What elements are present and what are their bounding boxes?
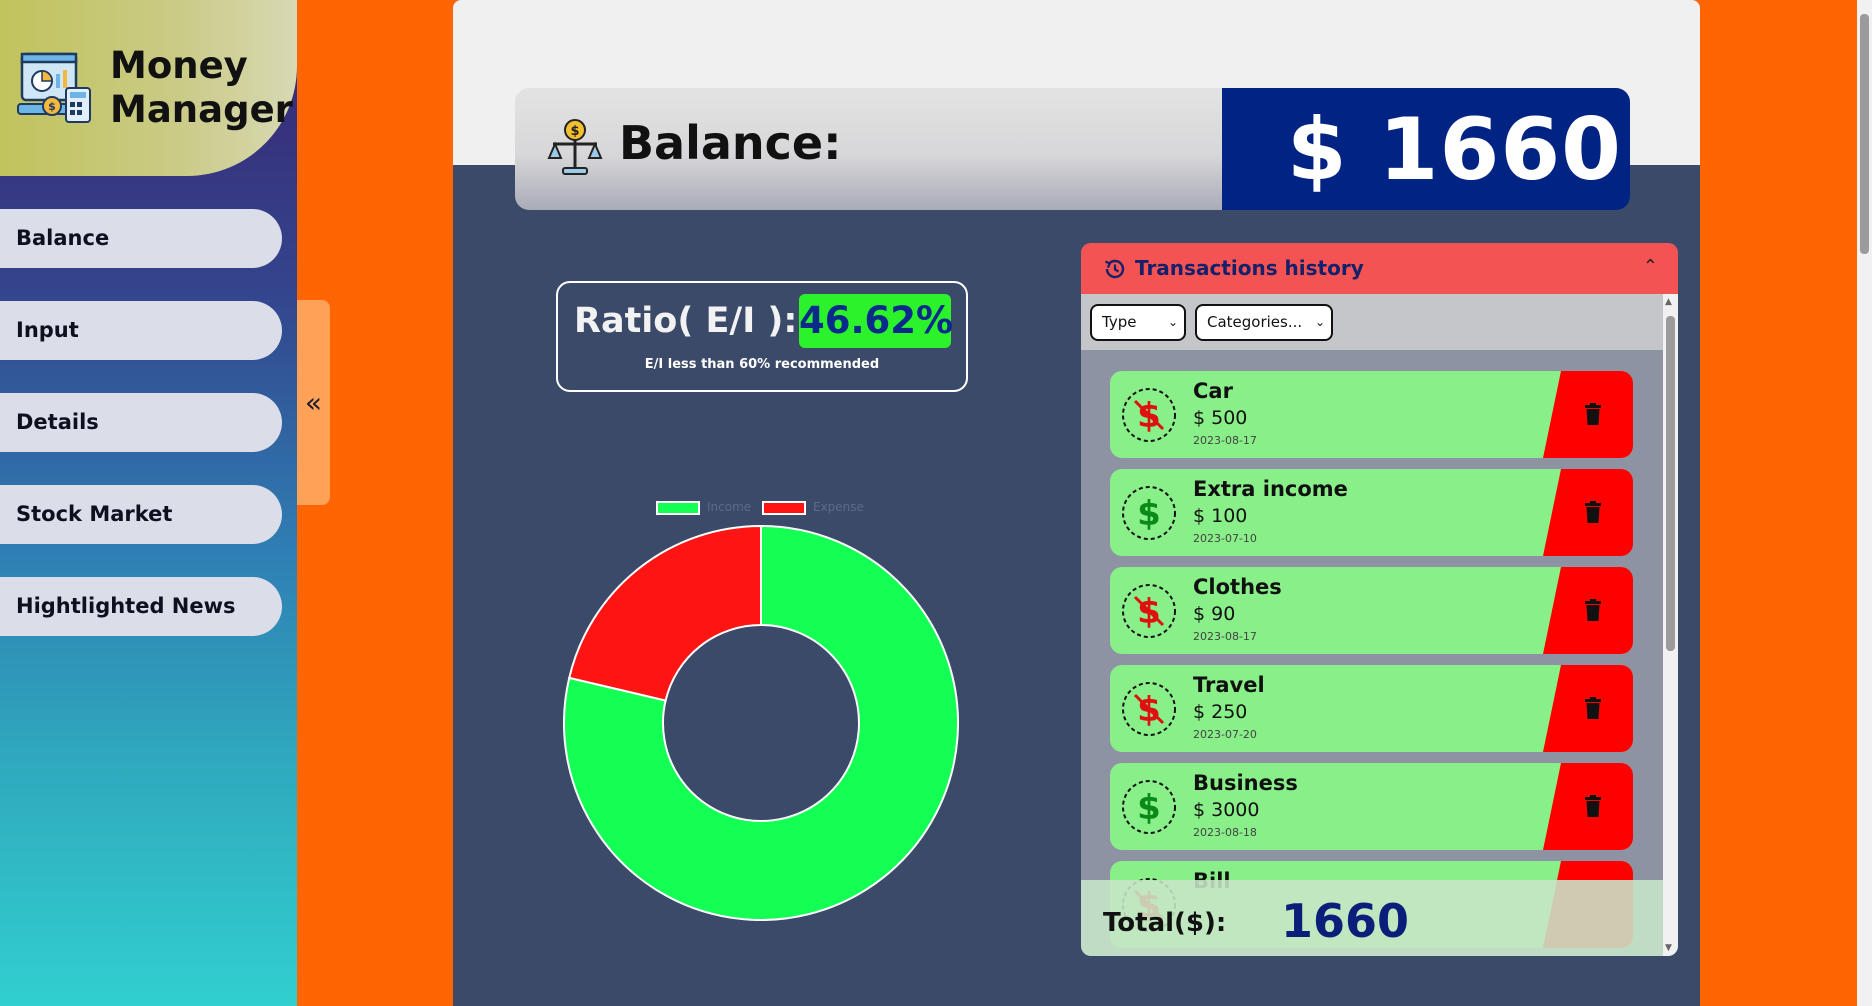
scroll-up-arrow-icon[interactable]: ▲ bbox=[1665, 297, 1672, 307]
transaction-date: 2023-07-20 bbox=[1193, 728, 1257, 741]
type-filter-select[interactable]: Type ⌄ bbox=[1090, 304, 1186, 341]
ratio-label: Ratio( E/I ): bbox=[574, 301, 798, 341]
delete-transaction-button[interactable] bbox=[1543, 763, 1633, 850]
scroll-down-arrow-icon[interactable]: ▼ bbox=[1665, 943, 1672, 953]
delete-transaction-button[interactable] bbox=[1543, 469, 1633, 556]
total-value: 1660 bbox=[1281, 894, 1410, 948]
history-icon bbox=[1105, 259, 1125, 279]
ratio-value: 46.62% bbox=[799, 294, 953, 348]
legend-swatch-expense bbox=[762, 501, 806, 515]
transaction-date: 2023-08-17 bbox=[1193, 630, 1257, 643]
main-panel: $ Balance: $ 1660 Ratio( E/I ): 46.62% E… bbox=[453, 0, 1700, 1006]
transaction-name: Travel bbox=[1193, 673, 1265, 697]
income-dollar-icon: $ bbox=[1122, 486, 1176, 540]
transactions-total-bar: Total($): 1660 bbox=[1081, 880, 1663, 956]
transaction-name: Clothes bbox=[1193, 575, 1282, 599]
chevron-down-icon: ⌄ bbox=[1314, 315, 1325, 329]
transaction-date: 2023-08-17 bbox=[1193, 434, 1257, 447]
finance-dashboard-icon: $ bbox=[17, 52, 91, 123]
transactions-filters: Type ⌄ Categories... ⌄ bbox=[1081, 294, 1678, 350]
expense-dollar-icon: $ bbox=[1122, 584, 1176, 638]
transaction-name: Extra income bbox=[1193, 477, 1348, 501]
chevron-down-icon: ⌄ bbox=[1167, 315, 1178, 329]
transaction-amount: $ 3000 bbox=[1193, 799, 1260, 821]
transaction-amount: $ 90 bbox=[1193, 603, 1236, 625]
legend-swatch-income bbox=[656, 501, 700, 515]
double-chevron-left-icon: « bbox=[304, 386, 323, 419]
page-scrollbar-thumb[interactable] bbox=[1860, 14, 1869, 254]
balance-value: $ 1660 bbox=[1286, 100, 1622, 200]
type-filter-value: Type bbox=[1102, 313, 1137, 331]
balance-label: Balance: bbox=[619, 116, 842, 170]
transaction-name: Business bbox=[1193, 771, 1298, 795]
trash-icon bbox=[1585, 795, 1601, 817]
page-scrollbar[interactable] bbox=[1857, 0, 1872, 1006]
scale-icon: $ bbox=[547, 119, 603, 175]
transaction-item[interactable]: $ Business $ 3000 2023-08-18 bbox=[1110, 763, 1633, 850]
category-filter-select[interactable]: Categories... ⌄ bbox=[1195, 304, 1333, 341]
transaction-date: 2023-08-18 bbox=[1193, 826, 1257, 839]
transaction-amount: $ 250 bbox=[1193, 701, 1248, 723]
sidebar-item-highlighted-news[interactable]: Hightlighted News bbox=[0, 577, 282, 636]
transaction-date: 2023-07-10 bbox=[1193, 532, 1257, 545]
svg-text:$: $ bbox=[48, 100, 56, 113]
transaction-item[interactable]: $ Clothes $ 90 2023-08-17 bbox=[1110, 567, 1633, 654]
sidebar-item-balance[interactable]: Balance bbox=[0, 209, 282, 268]
expense-dollar-icon: $ bbox=[1122, 388, 1176, 442]
transactions-header[interactable]: Transactions history ⌃ bbox=[1081, 243, 1678, 294]
transactions-title: Transactions history bbox=[1135, 256, 1364, 280]
balance-value-area: $ 1660 bbox=[1222, 88, 1630, 210]
sidebar-item-stock-market[interactable]: Stock Market bbox=[0, 485, 282, 544]
trash-icon bbox=[1585, 697, 1601, 719]
sidebar-item-details[interactable]: Details bbox=[0, 393, 282, 452]
scrollbar-thumb[interactable] bbox=[1666, 316, 1675, 651]
balance-bar: $ Balance: $ 1660 bbox=[515, 88, 1630, 210]
ratio-card: Ratio( E/I ): 46.62% E/I less than 60% r… bbox=[556, 281, 968, 392]
transaction-amount: $ 500 bbox=[1193, 407, 1248, 429]
transaction-item[interactable]: $ Extra income $ 100 2023-07-10 bbox=[1110, 469, 1633, 556]
transaction-name: Car bbox=[1193, 379, 1233, 403]
legend-label-income: Income bbox=[707, 500, 752, 514]
delete-transaction-button[interactable] bbox=[1543, 665, 1633, 752]
legend-label-expense: Expense bbox=[813, 500, 864, 514]
transactions-panel: Transactions history ⌃ Type ⌄ Categories… bbox=[1081, 243, 1678, 956]
sidebar-collapse-button[interactable]: « bbox=[297, 300, 330, 505]
category-filter-value: Categories... bbox=[1207, 313, 1303, 331]
trash-icon bbox=[1585, 501, 1601, 523]
trash-icon bbox=[1585, 403, 1601, 425]
svg-text:$: $ bbox=[1137, 788, 1161, 828]
transaction-item[interactable]: $ Car $ 500 2023-08-17 bbox=[1110, 371, 1633, 458]
income-dollar-icon: $ bbox=[1122, 780, 1176, 834]
total-label: Total($): bbox=[1103, 908, 1227, 938]
expense-dollar-icon: $ bbox=[1122, 682, 1176, 736]
svg-text:$: $ bbox=[570, 124, 579, 139]
transactions-scrollbar[interactable]: ▲ ▼ bbox=[1663, 294, 1678, 956]
transaction-amount: $ 100 bbox=[1193, 505, 1248, 527]
chevron-up-icon[interactable]: ⌃ bbox=[1643, 256, 1658, 277]
svg-text:$: $ bbox=[1137, 494, 1161, 534]
transaction-item[interactable]: $ Travel $ 250 2023-07-20 bbox=[1110, 665, 1633, 752]
app-title: Money Manager bbox=[110, 44, 293, 131]
trash-icon bbox=[1585, 599, 1601, 621]
delete-transaction-button[interactable] bbox=[1543, 371, 1633, 458]
income-expense-donut-chart bbox=[563, 525, 959, 921]
ratio-note: E/I less than 60% recommended bbox=[644, 357, 880, 372]
sidebar-item-input[interactable]: Input bbox=[0, 301, 282, 360]
delete-transaction-button[interactable] bbox=[1543, 567, 1633, 654]
donut-slice-expense[interactable] bbox=[568, 525, 762, 702]
sidebar: $ Money Manager Balance Input Details St… bbox=[0, 0, 297, 1006]
balance-label-area: $ Balance: bbox=[515, 88, 1222, 210]
brand-header: $ Money Manager bbox=[0, 0, 297, 176]
